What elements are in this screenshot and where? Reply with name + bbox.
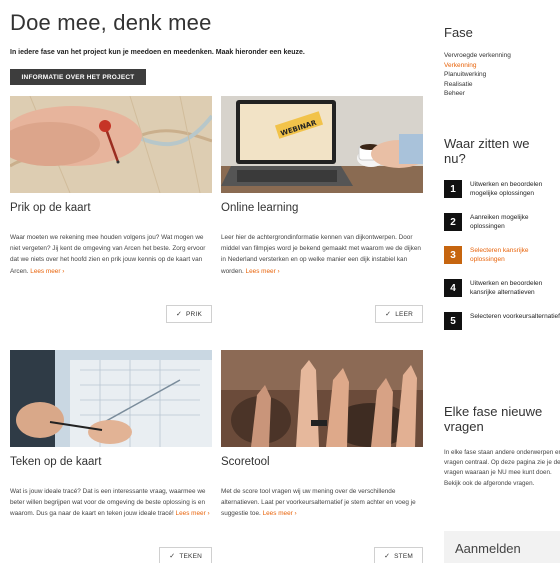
- card-teken: Teken op de kaart Wat is jouw ideale tra…: [10, 350, 212, 563]
- leer-button[interactable]: ✓ LEER: [375, 305, 423, 323]
- card-image-map-pin[interactable]: [10, 96, 212, 193]
- card-title: Online learning: [221, 202, 299, 214]
- step-label: Selecteren voorkeursalternatief: [470, 313, 560, 320]
- check-icon: ✓: [175, 311, 183, 318]
- read-more-link[interactable]: Lees meer ›: [263, 510, 297, 517]
- teken-button[interactable]: ✓ TEKEN: [159, 547, 212, 563]
- intro-text: In iedere fase van het project kun je me…: [10, 49, 305, 56]
- step-number: 1: [444, 180, 462, 198]
- project-info-button[interactable]: INFORMATIE OVER HET PROJECT: [10, 69, 146, 85]
- step-item: 5 Selecteren voorkeursalternatief: [444, 312, 560, 330]
- card-title: Prik op de kaart: [10, 202, 91, 214]
- stem-button[interactable]: ✓ STEM: [374, 547, 423, 563]
- step-number: 4: [444, 279, 462, 297]
- step-label: Uitwerken en beoordelen mogelijke oploss…: [470, 181, 543, 197]
- button-label: TEKEN: [179, 552, 202, 560]
- button-label: PRIK: [186, 310, 202, 318]
- step-number: 3: [444, 246, 462, 264]
- card-prik: Prik op de kaart Waar moeten we rekening…: [10, 96, 212, 326]
- step-label: Aanreiken mogelijke oplossingen: [470, 214, 529, 230]
- page-title: Doe mee, denk mee: [10, 10, 212, 35]
- card-description: Waar moeten we rekening mee houden volge…: [10, 234, 206, 275]
- card-scoretool: Scoretool Met de score tool vragen wij u…: [221, 350, 423, 563]
- main-content: Doe mee, denk mee In iedere fase van het…: [10, 0, 425, 563]
- fase-item[interactable]: Planuitwerking: [444, 70, 511, 80]
- fase-title: Fase: [444, 25, 473, 40]
- step-label: Uitwerken en beoordelen kansrijke altern…: [470, 280, 543, 296]
- step-item: 4 Uitwerken en beoordelen kansrijke alte…: [444, 279, 560, 297]
- card-title: Teken op de kaart: [10, 456, 102, 468]
- sidebar: Fase Vervroegde verkenning Verkenning Pl…: [444, 0, 560, 563]
- card-image-drawing[interactable]: [10, 350, 212, 447]
- step-number: 5: [444, 312, 462, 330]
- card-description: Met de score tool vragen wij uw mening o…: [221, 488, 416, 518]
- step-item: 2 Aanreiken mogelijke oplossingen: [444, 213, 560, 231]
- fase-item-active[interactable]: Verkenning: [444, 61, 511, 71]
- check-icon: ✓: [169, 553, 176, 560]
- fase-item[interactable]: Realisatie: [444, 80, 511, 90]
- card-description: Wat is jouw ideale tracé? Dat is een int…: [10, 488, 210, 518]
- fase-item[interactable]: Beheer: [444, 89, 511, 99]
- login-label: Aanmelden: [455, 541, 521, 556]
- card-image-raised-hands[interactable]: [221, 350, 423, 447]
- step-number: 2: [444, 213, 462, 231]
- fase-list: Vervroegde verkenning Verkenning Planuit…: [444, 51, 511, 99]
- step-item: 1 Uitwerken en beoordelen mogelijke oplo…: [444, 180, 560, 198]
- step-item-active: 3 Selecteren kansrijke oplossingen: [444, 246, 560, 264]
- read-more-link[interactable]: Lees meer ›: [30, 268, 64, 275]
- card-online-learning: WEBINAR Online learning Leer hier de ach…: [221, 96, 423, 326]
- elke-fase-text: In elke fase staan andere onderwerpen en…: [444, 449, 560, 487]
- button-label: LEER: [395, 310, 413, 318]
- read-more-link[interactable]: Lees meer ›: [246, 268, 280, 275]
- waar-title: Waar zitten we nu?: [444, 136, 530, 166]
- login-box[interactable]: Aanmelden: [444, 531, 560, 563]
- prik-button[interactable]: ✓ PRIK: [165, 305, 212, 323]
- check-icon: ✓: [385, 311, 392, 318]
- card-image-webinar[interactable]: WEBINAR: [221, 96, 423, 193]
- card-description: Leer hier de achtergrondinformatie kenne…: [221, 234, 421, 275]
- read-more-link[interactable]: Lees meer ›: [176, 510, 210, 517]
- check-icon: ✓: [384, 553, 391, 560]
- elke-fase-title: Elke fase nieuwe vragen: [444, 404, 543, 434]
- card-title: Scoretool: [221, 456, 270, 468]
- button-label: STEM: [394, 552, 413, 560]
- fase-item[interactable]: Vervroegde verkenning: [444, 51, 511, 61]
- step-label: Selecteren kansrijke oplossingen: [470, 247, 529, 263]
